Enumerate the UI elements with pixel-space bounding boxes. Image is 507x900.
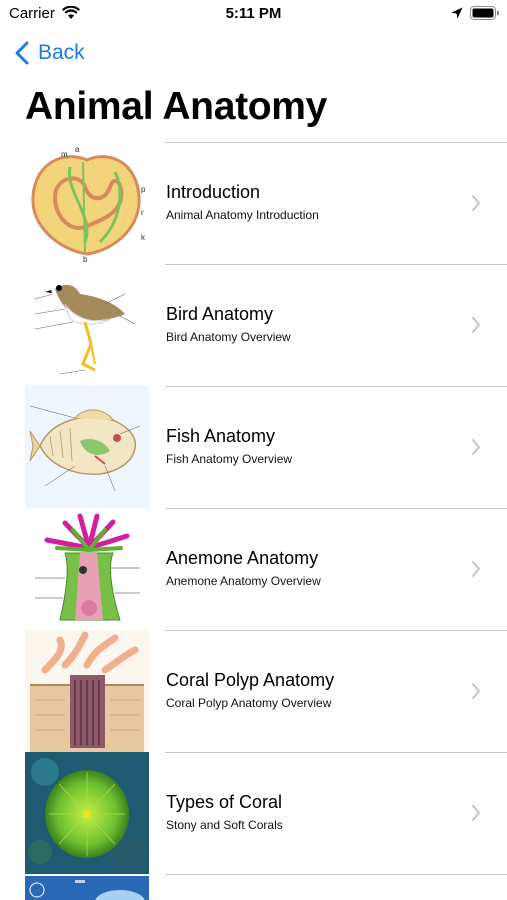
item-subtitle: Bird Anatomy Overview: [166, 330, 291, 344]
item-subtitle: Anemone Anatomy Overview: [166, 574, 321, 588]
item-title: Coral Polyp Anatomy: [166, 670, 335, 690]
row-separator: [165, 142, 507, 143]
svg-text:b: b: [83, 255, 88, 264]
row-separator: [165, 386, 507, 387]
item-title: Bird Anatomy: [166, 304, 274, 324]
list-item-coral-polyp-anatomy[interactable]: Coral Polyp Anatomy Coral Polyp Anatomy …: [0, 630, 507, 752]
heart-anatomy-diagram-icon: m a p r k b: [25, 142, 149, 264]
row-separator: [165, 874, 507, 875]
anatomy-list: m a p r k b Introduction Animal Anatomy …: [0, 142, 507, 874]
item-subtitle: Fish Anatomy Overview: [166, 452, 293, 466]
clock-label: 5:11 PM: [225, 5, 282, 22]
svg-text:r: r: [141, 208, 144, 217]
item-title: Types of Coral: [166, 792, 283, 812]
status-bar: Carrier 5:11 PM: [0, 0, 507, 30]
list-item-fish-anatomy[interactable]: Fish Anatomy Fish Anatomy Overview: [0, 386, 507, 508]
bird-diagram-icon: [25, 264, 149, 386]
partial-thumbnail-icon: [25, 876, 149, 900]
list-item-anemone-anatomy[interactable]: Anemone Anatomy Anemone Anatomy Overview: [0, 508, 507, 630]
battery-icon: [470, 6, 499, 20]
list-item-bird-anatomy[interactable]: Bird Anatomy Bird Anatomy Overview: [0, 264, 507, 386]
anemone-diagram-icon: [25, 508, 149, 630]
row-separator: [165, 752, 507, 753]
svg-text:p: p: [141, 185, 146, 194]
row-separator: [165, 264, 507, 265]
coral-photo-icon: [25, 752, 149, 874]
location-arrow-icon: [451, 7, 463, 19]
chevron-right-icon: [472, 805, 480, 821]
svg-text:m: m: [61, 150, 68, 159]
item-title: Anemone Anatomy: [166, 548, 319, 568]
svg-text:a: a: [75, 145, 80, 154]
chevron-right-icon: [472, 195, 480, 211]
fish-diagram-icon: [25, 386, 149, 508]
coral-polyp-diagram-icon: [25, 630, 149, 752]
item-subtitle: Stony and Soft Corals: [166, 818, 283, 832]
chevron-right-icon: [472, 683, 480, 699]
list-item-types-of-coral[interactable]: Types of Coral Stony and Soft Corals: [0, 752, 507, 874]
item-subtitle: Animal Anatomy Introduction: [166, 208, 319, 222]
back-button[interactable]: Back: [14, 38, 85, 68]
row-separator: [165, 508, 507, 509]
chevron-right-icon: [472, 561, 480, 577]
chevron-right-icon: [472, 317, 480, 333]
item-title: Fish Anatomy: [166, 426, 276, 446]
page-title: Animal Anatomy: [25, 85, 328, 128]
list-item-introduction[interactable]: m a p r k b Introduction Animal Anatomy …: [0, 142, 507, 264]
back-label: Back: [38, 41, 85, 64]
chevron-left-icon: [15, 41, 29, 65]
item-title: Introduction: [166, 182, 261, 202]
item-subtitle: Coral Polyp Anatomy Overview: [166, 696, 332, 710]
row-separator: [165, 630, 507, 631]
chevron-right-icon: [472, 439, 480, 455]
